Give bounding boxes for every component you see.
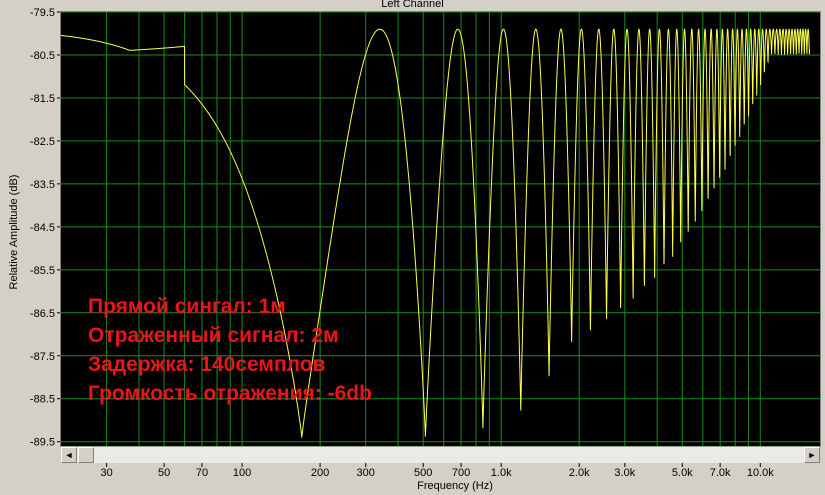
scroll-right-arrow-icon[interactable]: ►	[804, 447, 820, 463]
x-tick-labels: 30 50 70 100 200 300 500 700 1.0k 2.0k 3.0k 5.0k 7.0…	[100, 463, 774, 479]
chart-svg: -79.5 -80.5 -81.5 -82.5 -83.5 -84.5 -85.5 -86.5…	[30, 7, 821, 479]
y-tick-label: -81.5	[30, 93, 55, 105]
y-tick-label: -89.5	[30, 437, 55, 449]
y-tick-label: -80.5	[30, 50, 55, 62]
x-axis-label: Frequency (Hz)	[417, 480, 493, 492]
x-tick-label: 10.0k	[747, 467, 774, 479]
annotation-line-volume: Громкость отражения: -6db	[88, 382, 372, 405]
x-tick-label: 50	[158, 467, 170, 479]
x-tick-label: 200	[311, 467, 329, 479]
scroll-left-arrow-icon[interactable]: ◄	[61, 447, 77, 463]
x-tick-label: 500	[414, 467, 432, 479]
x-tick-label: 1.0k	[491, 467, 512, 479]
annotation-text: Прямой сингал: 1м Отраженный сигнал: 2м …	[88, 292, 372, 408]
annotation-line-delay: Задержка: 140семплов	[88, 353, 326, 376]
horizontal-scrollbar[interactable]: ◄ ►	[61, 446, 820, 463]
y-tick-label: -79.5	[30, 7, 55, 19]
x-tick-label: 100	[233, 467, 251, 479]
x-tick-label: 7.0k	[710, 467, 731, 479]
y-tick-label: -87.5	[30, 351, 55, 363]
y-tick-label: -83.5	[30, 179, 55, 191]
x-tick-label: 5.0k	[672, 467, 693, 479]
x-tick-label: 30	[100, 467, 112, 479]
x-tick-label: 2.0k	[569, 467, 590, 479]
annotation-line-reflected: Отраженный сигнал: 2м	[88, 324, 339, 347]
x-tick-label: 300	[357, 467, 375, 479]
x-tick-label: 70	[196, 467, 208, 479]
x-tick-label: 700	[452, 467, 470, 479]
y-tick-label: -86.5	[30, 308, 55, 320]
y-tick-label: -82.5	[30, 136, 55, 148]
annotation-line-direct: Прямой сингал: 1м	[88, 295, 286, 318]
y-tick-labels: -79.5 -80.5 -81.5 -82.5 -83.5 -84.5 -85.5 -86.5…	[30, 7, 61, 449]
y-tick-label: -88.5	[30, 394, 55, 406]
x-tick-label: 3.0k	[614, 467, 635, 479]
y-tick-label: -85.5	[30, 265, 55, 277]
y-tick-label: -84.5	[30, 222, 55, 234]
scroll-thumb[interactable]	[78, 447, 94, 463]
